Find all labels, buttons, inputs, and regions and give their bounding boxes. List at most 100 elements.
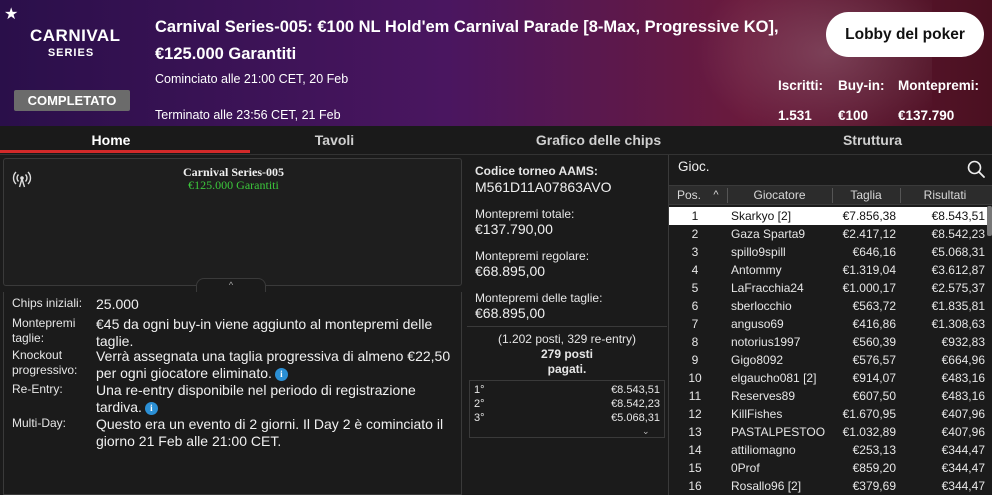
player-position: 6 (691, 299, 699, 313)
places-summary: (1.202 posti, 329 re-entry) (497, 332, 637, 346)
detail-value: 25.000 (96, 296, 139, 312)
table-row[interactable]: 9 Gigo8092 €576,57 €664,96 (669, 351, 987, 369)
search-icon[interactable] (966, 159, 986, 179)
carnival-series-logo: CARNIVAL SERIES (30, 26, 120, 74)
player-position: 10 (688, 371, 702, 385)
tab-chip-chart[interactable]: Grafico delle chips (470, 126, 727, 155)
table-row[interactable]: 13 PASTALPESTOO €1.032,89 €407,96 (669, 423, 987, 441)
summary-guarantee: €125.000 Garantiti (188, 178, 279, 192)
detail-label: Knockout progressivo: (12, 348, 78, 377)
detail-value: Una re-entry disponibile nel periodo di … (96, 382, 451, 416)
player-position: 15 (688, 461, 702, 475)
player-position: 16 (688, 479, 702, 493)
player-bounty: €253,13 (852, 443, 896, 457)
end-time: Terminato alle 23:56 CET, 21 Feb (155, 108, 341, 122)
player-position: 1 (691, 209, 699, 223)
player-bounty: €914,07 (852, 371, 896, 385)
player-bounty: €416,86 (852, 317, 896, 331)
prizepool-value: €137.790 (898, 108, 955, 123)
payout-amount: €5.068,31 (611, 412, 660, 424)
detail-value: Questo era un evento di 2 giorni. Il Day… (96, 416, 444, 449)
player-position: 5 (691, 281, 699, 295)
places-paid-suffix: pagati. (547, 362, 587, 376)
sort-chevron-up-icon[interactable]: ^ (707, 186, 725, 205)
payout-amount: €8.543,51 (611, 384, 660, 396)
buyin-value: €100 (838, 108, 869, 123)
table-row[interactable]: 1 Skarkyo [2] €7.856,38 €8.543,51 (669, 207, 987, 225)
table-row[interactable]: 4 Antommy €1.319,04 €3.612,87 (669, 261, 987, 279)
player-result: €407,96 (941, 425, 985, 439)
table-row[interactable]: 2 Gaza Sparta9 €2.417,12 €8.542,23 (669, 225, 987, 243)
tournament-details: Chips iniziali: 25.000 Montepremi taglie… (3, 292, 462, 495)
player-position: 13 (688, 425, 702, 439)
places-paid: 279 posti (540, 347, 594, 361)
player-bounty: €576,57 (852, 353, 896, 367)
detail-value: €45 da ogni buy-in viene aggiunto al mon… (96, 316, 433, 349)
player-bounty: €1.670,95 (842, 407, 896, 421)
players-scrollbar[interactable] (987, 206, 992, 236)
player-result: €3.612,87 (931, 263, 985, 277)
player-position: 14 (688, 443, 702, 457)
favorite-star-icon[interactable]: ★ (4, 4, 18, 24)
player-result: €1.308,63 (931, 317, 985, 331)
expand-chevron-down-icon[interactable]: ⌄ (642, 426, 650, 437)
player-result: €932,83 (941, 335, 985, 349)
tab-tables[interactable]: Tavoli (222, 126, 447, 155)
payout-row: 1° €8.543,51 (474, 384, 660, 398)
table-row[interactable]: 8 notorius1997 €560,39 €932,83 (669, 333, 987, 351)
detail-value-text: Una re-entry disponibile nel periodo di … (96, 382, 416, 415)
payout-row: 3° €5.068,31 (474, 412, 660, 426)
player-bounty: €607,50 (852, 389, 896, 403)
tournament-summary-card: Carnival Series-005 €125.000 Garantiti (3, 158, 462, 286)
info-icon[interactable]: i (274, 367, 288, 381)
bounty-prize-label: Montepremi delle taglie: (475, 291, 603, 305)
start-time: Cominciato alle 21:00 CET, 20 Feb (155, 72, 349, 86)
player-position: 11 (688, 389, 702, 403)
col-position[interactable]: Pos. (669, 186, 709, 205)
table-row[interactable]: 7 anguso69 €416,86 €1.308,63 (669, 315, 987, 333)
col-results[interactable]: Risultati (900, 186, 990, 205)
player-result: €483,16 (941, 371, 985, 385)
active-tab-indicator (0, 150, 250, 153)
col-player[interactable]: Giocatore (727, 186, 832, 205)
tournament-title: Carnival Series-005: €100 NL Hold'em Car… (155, 18, 779, 63)
table-row[interactable]: 16 Rosallo96 [2] €379,69 €344,47 (669, 477, 987, 495)
table-row[interactable]: 15 0Prof €859,20 €344,47 (669, 459, 987, 477)
table-row[interactable]: 11 Reserves89 €607,50 €483,16 (669, 387, 987, 405)
detail-label: Re-Entry: (12, 382, 63, 396)
table-row[interactable]: 3 spillo9spill €646,16 €5.068,31 (669, 243, 987, 261)
player-bounty: €560,39 (852, 335, 896, 349)
table-row[interactable]: 6 sberlocchio €563,72 €1.835,81 (669, 297, 987, 315)
table-row[interactable]: 12 KillFishes €1.670,95 €407,96 (669, 405, 987, 423)
entrants-value: 1.531 (778, 108, 812, 123)
player-result: €664,96 (941, 353, 985, 367)
player-position: 9 (691, 353, 699, 367)
player-bounty: €2.417,12 (842, 227, 896, 241)
logo-line2: SERIES (47, 47, 95, 59)
player-bounty: €379,69 (852, 479, 896, 493)
poker-lobby-button[interactable]: Lobby del poker (826, 12, 984, 57)
detail-label: Chips iniziali: (12, 296, 83, 310)
buyin-label: Buy-in: (838, 78, 885, 93)
bounty-prize-value: €68.895,00 (475, 305, 546, 321)
table-row[interactable]: 10 elgaucho081 [2] €914,07 €483,16 (669, 369, 987, 387)
prizepool-label: Montepremi: (898, 78, 979, 93)
player-bounty: €1.000,17 (842, 281, 896, 295)
players-table-header: Pos. ^ Giocatore Taglia Risultati (669, 185, 992, 205)
col-bounty[interactable]: Taglia (832, 186, 900, 205)
table-row[interactable]: 14 attiliomagno €253,13 €344,47 (669, 441, 987, 459)
player-result: €2.575,37 (931, 281, 985, 295)
player-bounty: €1.032,89 (842, 425, 896, 439)
total-prize-value: €137.790,00 (475, 221, 553, 237)
collapse-chevron-up-icon[interactable]: ^ (196, 278, 266, 292)
divider (467, 326, 667, 327)
payout-list[interactable]: 1° €8.543,51 2° €8.542,23 3° €5.068,31 ⌄ (469, 380, 665, 438)
table-row[interactable]: 5 LaFracchia24 €1.000,17 €2.575,37 (669, 279, 987, 297)
info-icon[interactable]: i (144, 401, 158, 415)
tab-structure[interactable]: Struttura (745, 126, 992, 155)
player-result: €344,47 (941, 443, 985, 457)
players-search-label: Gioc. (678, 159, 710, 174)
total-prize-label: Montepremi totale: (475, 207, 575, 221)
payout-place: 3° (474, 412, 485, 424)
status-badge: COMPLETATO (14, 90, 130, 111)
